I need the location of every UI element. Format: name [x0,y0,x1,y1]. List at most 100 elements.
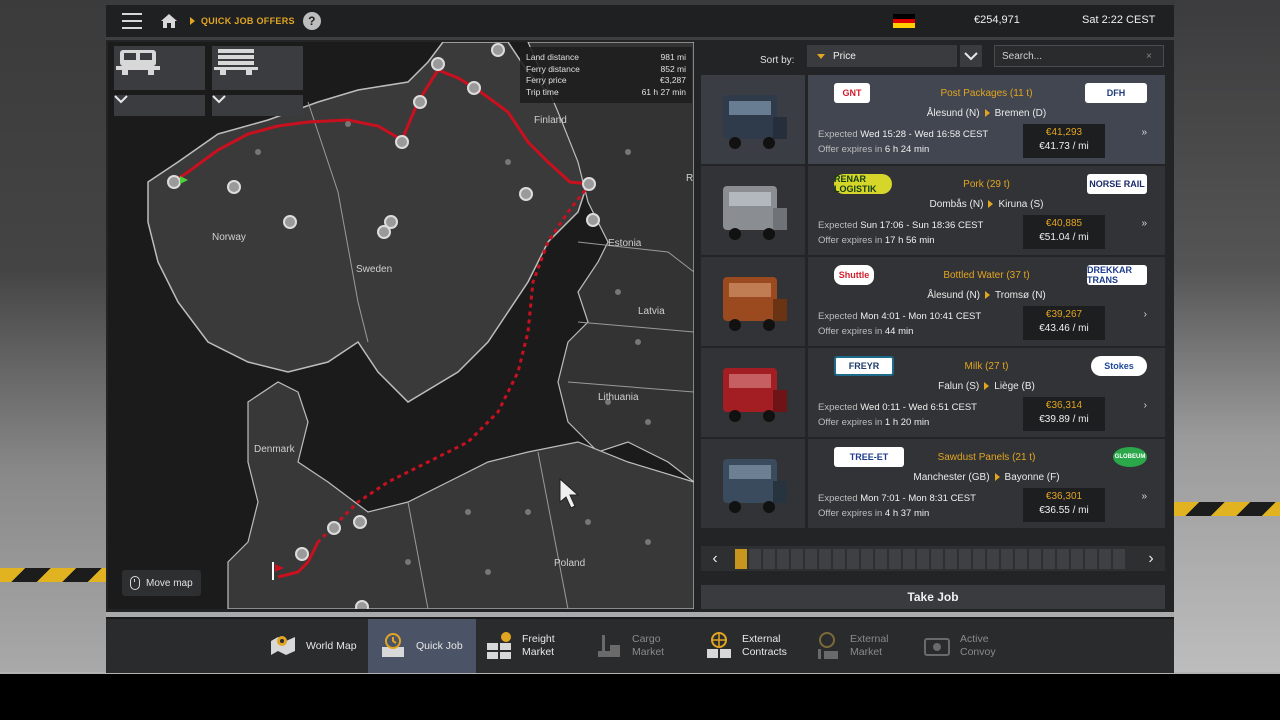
page-cell[interactable] [987,548,999,569]
page-cell[interactable] [861,548,873,569]
page-cell[interactable] [959,548,971,569]
game-time: Sat 2:22 CEST [1082,14,1156,26]
expected-label: Expected [818,493,858,504]
page-cell[interactable] [1099,548,1111,569]
page-cell[interactable] [735,548,747,569]
page-cell[interactable] [945,548,957,569]
map-label-lithuania: Lithuania [598,392,639,403]
nav-freight-market[interactable]: Freight Market [478,619,582,673]
sort-select[interactable]: Price [807,45,957,67]
job-flags: » [1141,491,1147,502]
page-cell[interactable] [1057,548,1069,569]
job-item[interactable]: FREYR Milk (27 t) Stokes Falun (S) Liège … [701,348,1165,437]
ferry-distance-value: 852 mi [660,63,686,74]
truck-dropdown-button[interactable] [114,95,205,116]
offer-expires: Offer expires in 17 h 56 min [818,235,935,246]
job-item[interactable]: TREE-ET Sawdust Panels (21 t) GLOBEUM Ma… [701,439,1165,528]
sort-label: Sort by: [760,55,795,66]
page-cell[interactable] [903,548,915,569]
page-cell[interactable] [819,548,831,569]
trailer-dropdown-button[interactable] [212,95,303,116]
page-cell[interactable] [1071,548,1083,569]
ferry-price-value: €3,287 [660,75,686,85]
nav-cargo-market-label-1: Cargo [632,633,661,645]
help-icon[interactable]: ? [302,12,321,30]
page-cell[interactable] [1113,548,1125,569]
nav-cargo-market[interactable]: Cargo Market [588,619,692,673]
page-cell[interactable] [763,548,775,569]
route-to: Bayonne (F) [1004,472,1060,483]
play-icon: › [1143,309,1147,320]
page-cell[interactable] [1043,548,1055,569]
sort-dropdown-button[interactable] [960,45,982,67]
search-input[interactable] [994,45,1164,67]
page-cell[interactable] [805,548,817,569]
active-convoy-icon [922,631,952,661]
nav-cargo-market-label-2: Market [632,646,665,658]
truck-select-button[interactable] [114,46,205,90]
page-cell[interactable] [1015,548,1027,569]
page-cell[interactable] [973,548,985,569]
job-item[interactable]: Shuttle Bottled Water (37 t) DREKKAR TRA… [701,257,1165,346]
chevron-down-icon [964,51,978,60]
page-cell[interactable] [917,548,929,569]
home-icon[interactable] [160,12,178,30]
ferry-price-label: Ferry price [526,75,567,85]
job-flags: › [1144,309,1147,320]
nav-world-map[interactable]: World Map [264,619,368,673]
expires-value: 17 h 56 min [884,235,935,246]
breadcrumb: QUICK JOB OFFERS [201,16,295,26]
offer-expires: Offer expires in 6 h 24 min [818,144,929,155]
job-item[interactable]: RENAR LOGISTIK Pork (29 t) NORSE RAIL Do… [701,166,1165,255]
nav-external-contracts-label-1: External [742,633,781,645]
nav-freight-market-label-2: Market [522,646,555,658]
take-job-button[interactable]: Take Job [701,585,1165,609]
previous-page-button[interactable]: ‹ [701,546,729,571]
land-distance-label: Land distance [526,52,579,62]
job-route: Falun (S) Liège (B) [808,381,1165,392]
next-page-button[interactable]: › [1137,546,1165,571]
route-from: Ålesund (N) [926,108,980,119]
page-cell[interactable] [1085,548,1097,569]
clear-icon[interactable]: × [1146,51,1152,62]
page-cell[interactable] [931,548,943,569]
page-cell[interactable] [847,548,859,569]
destination-company-logo: Stokes [1091,356,1147,376]
job-item[interactable]: GNT Post Packages (11 t) DFH Ålesund (N)… [701,75,1165,164]
price-box: €40,885 €51.04 / mi [1023,215,1105,249]
price-per-mile: €43.46 / mi [1039,323,1089,334]
expires-value: 4 h 37 min [884,508,930,519]
fast-forward-icon: » [1141,218,1147,229]
truck-image [723,94,787,149]
page-cell[interactable] [1001,548,1013,569]
nav-external-market[interactable]: External Market [806,619,914,673]
trailer-icon [214,49,258,75]
route-to: Bremen (D) [994,108,1047,119]
destination-company-logo: NORSE RAIL [1087,174,1147,194]
map-label-poland: Poland [554,558,586,569]
trailer-select-button[interactable] [212,46,303,90]
page-cell[interactable] [749,548,761,569]
job-price: €36,314 [1045,400,1083,411]
map-label-russia: Ru [686,173,694,184]
nav-external-contracts[interactable]: External Contracts [698,619,802,673]
expected-time: Expected Mon 7:01 - Mon 8:31 CEST [818,493,976,504]
page-cell[interactable] [875,548,887,569]
route-arrow-icon [984,382,990,391]
expected-value: Mon 7:01 - Mon 8:31 CEST [860,493,976,504]
truck-image [723,367,787,422]
nav-active-convoy[interactable]: Active Convoy [916,619,1020,673]
page-cell[interactable] [777,548,789,569]
expires-value: 6 h 24 min [884,144,930,155]
page-cell[interactable] [889,548,901,569]
expected-time: Expected Mon 4:01 - Mon 10:41 CEST [818,311,981,322]
page-cell[interactable] [791,548,803,569]
truck-thumbnail [701,75,805,164]
page-cell[interactable] [1029,548,1041,569]
menu-icon[interactable] [122,13,142,29]
expires-label: Offer expires in [818,417,883,428]
main-panel: Norway Sweden Finland Estonia Latvia Lit… [106,40,1174,612]
route-map[interactable]: Norway Sweden Finland Estonia Latvia Lit… [108,42,694,609]
page-cell[interactable] [833,548,845,569]
nav-quick-job[interactable]: Quick Job [368,619,476,673]
